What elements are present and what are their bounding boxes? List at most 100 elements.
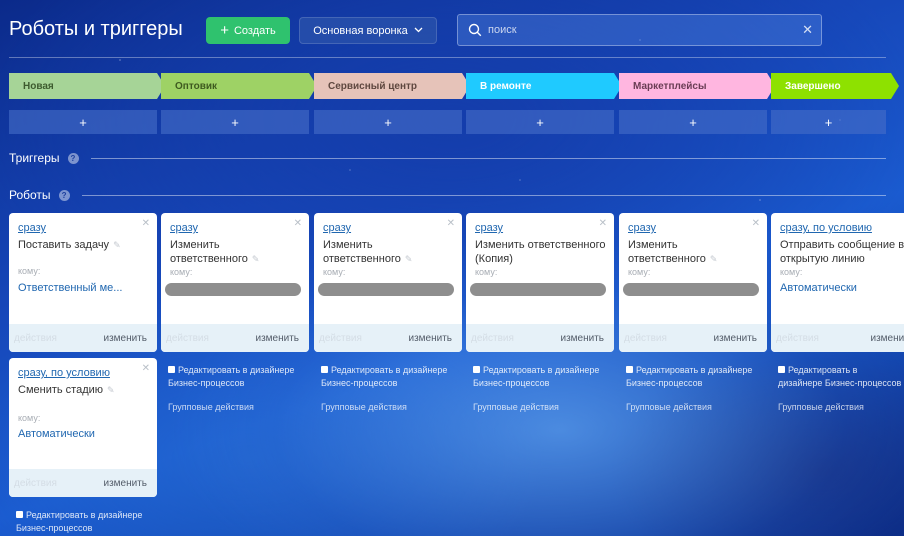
- add-button[interactable]: +: [466, 110, 614, 134]
- redacted-user: [165, 283, 301, 296]
- robot-change-button[interactable]: изменить: [408, 333, 452, 344]
- add-button[interactable]: +: [771, 110, 886, 134]
- robots-section: Роботы ?: [9, 188, 886, 202]
- add-trigger-row: + + + + + +: [9, 110, 904, 134]
- group-actions-link[interactable]: Групповые действия: [626, 402, 712, 412]
- bp-designer-link[interactable]: Редактировать в дизайнере Бизнес-процесс…: [16, 509, 156, 535]
- group-actions-link[interactable]: Групповые действия: [168, 402, 254, 412]
- robot-card-footer: действия изменить: [771, 324, 904, 352]
- close-icon[interactable]: ✕: [802, 22, 813, 38]
- stage-header[interactable]: Оптовик: [161, 73, 317, 99]
- stage-header[interactable]: В ремонте: [466, 73, 622, 99]
- robot-trigger-link[interactable]: сразу, по условию: [18, 367, 110, 379]
- bp-designer-text: Редактировать в дизайнере Бизнес-процесс…: [626, 365, 753, 388]
- robot-name: Изменить ответственного ✎: [323, 238, 433, 266]
- robot-card-footer: действия изменить: [314, 324, 462, 352]
- robot-card[interactable]: ✕ сразу Поставить задачу ✎ кому: Ответств…: [9, 213, 157, 352]
- robot-card[interactable]: ✕ сразу Изменить ответственного ✎ кому: д…: [161, 213, 309, 352]
- stage-list: Новая Оптовик Сервисный центр В ремонте …: [9, 73, 904, 99]
- group-actions-link[interactable]: Групповые действия: [321, 402, 407, 412]
- close-icon[interactable]: ✕: [752, 218, 760, 229]
- robot-name-text: Изменить ответственного: [170, 239, 248, 265]
- add-button[interactable]: +: [314, 110, 462, 134]
- robot-to-label: кому:: [628, 267, 651, 277]
- bp-designer-link[interactable]: Редактировать в дизайнере Бизнес-процесс…: [626, 364, 766, 390]
- robot-trigger-link[interactable]: сразу: [628, 222, 656, 234]
- robot-trigger-link[interactable]: сразу: [170, 222, 198, 234]
- pencil-icon[interactable]: ✎: [710, 252, 718, 266]
- robot-card[interactable]: сразу, по условию Отправить сообщение в …: [771, 213, 904, 352]
- add-button[interactable]: +: [9, 110, 157, 134]
- close-icon[interactable]: ✕: [447, 218, 455, 229]
- lock-icon: [778, 366, 785, 373]
- stage-header[interactable]: Сервисный центр: [314, 73, 470, 99]
- robot-to-label: кому:: [475, 267, 498, 277]
- robot-trigger-link[interactable]: сразу: [475, 222, 503, 234]
- lock-icon: [16, 511, 23, 518]
- pencil-icon[interactable]: ✎: [405, 252, 413, 266]
- robot-card-footer: действия изменить: [161, 324, 309, 352]
- stage-header[interactable]: Новая: [9, 73, 165, 99]
- stage-label: В ремонте: [480, 80, 532, 92]
- stage-header[interactable]: Маркетплейсы: [619, 73, 775, 99]
- close-icon[interactable]: ✕: [294, 218, 302, 229]
- bp-designer-link[interactable]: Редактировать в дизайнере Бизнес-процесс…: [778, 364, 904, 390]
- robot-change-button[interactable]: изменить: [103, 333, 147, 344]
- robot-change-button[interactable]: изменить: [255, 333, 299, 344]
- bp-designer-text: Редактировать в дизайнере Бизнес-процесс…: [473, 365, 600, 388]
- lock-icon: [321, 366, 328, 373]
- group-actions-link[interactable]: Групповые действия: [473, 402, 559, 412]
- robot-name: Изменить ответственного ✎: [170, 238, 280, 266]
- close-icon[interactable]: ✕: [142, 363, 150, 374]
- pencil-icon[interactable]: ✎: [252, 252, 260, 266]
- page-header: Роботы и триггеры + Создать Основная вор…: [9, 14, 886, 46]
- help-icon[interactable]: ?: [58, 189, 70, 201]
- robot-card[interactable]: ✕ сразу, по условию Сменить стадию ✎ кому…: [9, 358, 157, 497]
- robot-change-button[interactable]: изменить: [560, 333, 604, 344]
- robot-responsible[interactable]: Автоматически: [780, 282, 857, 294]
- stage-label: Оптовик: [175, 80, 217, 92]
- funnel-select[interactable]: Основная воронка: [299, 17, 437, 44]
- robot-name-text: Отправить сообщение в открытую линию: [780, 239, 904, 265]
- robot-responsible[interactable]: Ответственный ме...: [18, 282, 122, 294]
- redacted-user: [623, 283, 759, 296]
- create-button-label: Создать: [233, 24, 276, 37]
- robot-change-button[interactable]: изменить: [103, 478, 147, 489]
- pencil-icon[interactable]: ✎: [113, 238, 121, 252]
- close-icon[interactable]: ✕: [599, 218, 607, 229]
- bp-designer-link[interactable]: Редактировать в дизайнере Бизнес-процесс…: [321, 364, 461, 390]
- robot-name-text: Сменить стадию: [18, 384, 104, 396]
- robot-trigger-link[interactable]: сразу: [323, 222, 351, 234]
- search-box[interactable]: ✕: [457, 14, 822, 46]
- page-title: Роботы и триггеры: [9, 18, 183, 40]
- bp-designer-link[interactable]: Редактировать в дизайнере Бизнес-процесс…: [473, 364, 613, 390]
- robot-card[interactable]: ✕ сразу Изменить ответственного (Копия) …: [466, 213, 614, 352]
- robot-card-footer: действия изменить: [619, 324, 767, 352]
- robot-trigger-link[interactable]: сразу: [18, 222, 46, 234]
- robot-responsible[interactable]: Автоматически: [18, 428, 95, 440]
- bp-designer-link[interactable]: Редактировать в дизайнере Бизнес-процесс…: [168, 364, 308, 390]
- create-button[interactable]: + Создать: [206, 17, 290, 44]
- robot-trigger-link[interactable]: сразу, по условию: [780, 222, 872, 234]
- add-button[interactable]: +: [619, 110, 767, 134]
- stage-label: Завершено: [785, 80, 841, 92]
- robot-name-text: Поставить задачу: [18, 239, 110, 251]
- header-divider: [9, 57, 886, 58]
- help-icon[interactable]: ?: [67, 152, 79, 164]
- robot-card[interactable]: ✕ сразу Изменить ответственного ✎ кому: д…: [619, 213, 767, 352]
- robot-card[interactable]: ✕ сразу Изменить ответственного ✎ кому: д…: [314, 213, 462, 352]
- robot-name: Изменить ответственного (Копия): [475, 238, 614, 266]
- triggers-title: Триггеры: [9, 151, 60, 165]
- robot-change-button[interactable]: изменить: [713, 333, 757, 344]
- bp-designer-text: Редактировать в дизайнере Бизнес-процесс…: [168, 365, 295, 388]
- chevron-down-icon: [414, 25, 423, 36]
- close-icon[interactable]: ✕: [142, 218, 150, 229]
- search-input[interactable]: [488, 15, 788, 45]
- robot-change-button[interactable]: изменить: [870, 333, 904, 344]
- stage-header[interactable]: Завершено: [771, 73, 899, 99]
- add-button[interactable]: +: [161, 110, 309, 134]
- group-actions-link[interactable]: Групповые действия: [778, 402, 864, 412]
- stage-label: Новая: [23, 80, 54, 92]
- robot-name-text: Изменить ответственного: [323, 239, 401, 265]
- pencil-icon[interactable]: ✎: [107, 383, 115, 397]
